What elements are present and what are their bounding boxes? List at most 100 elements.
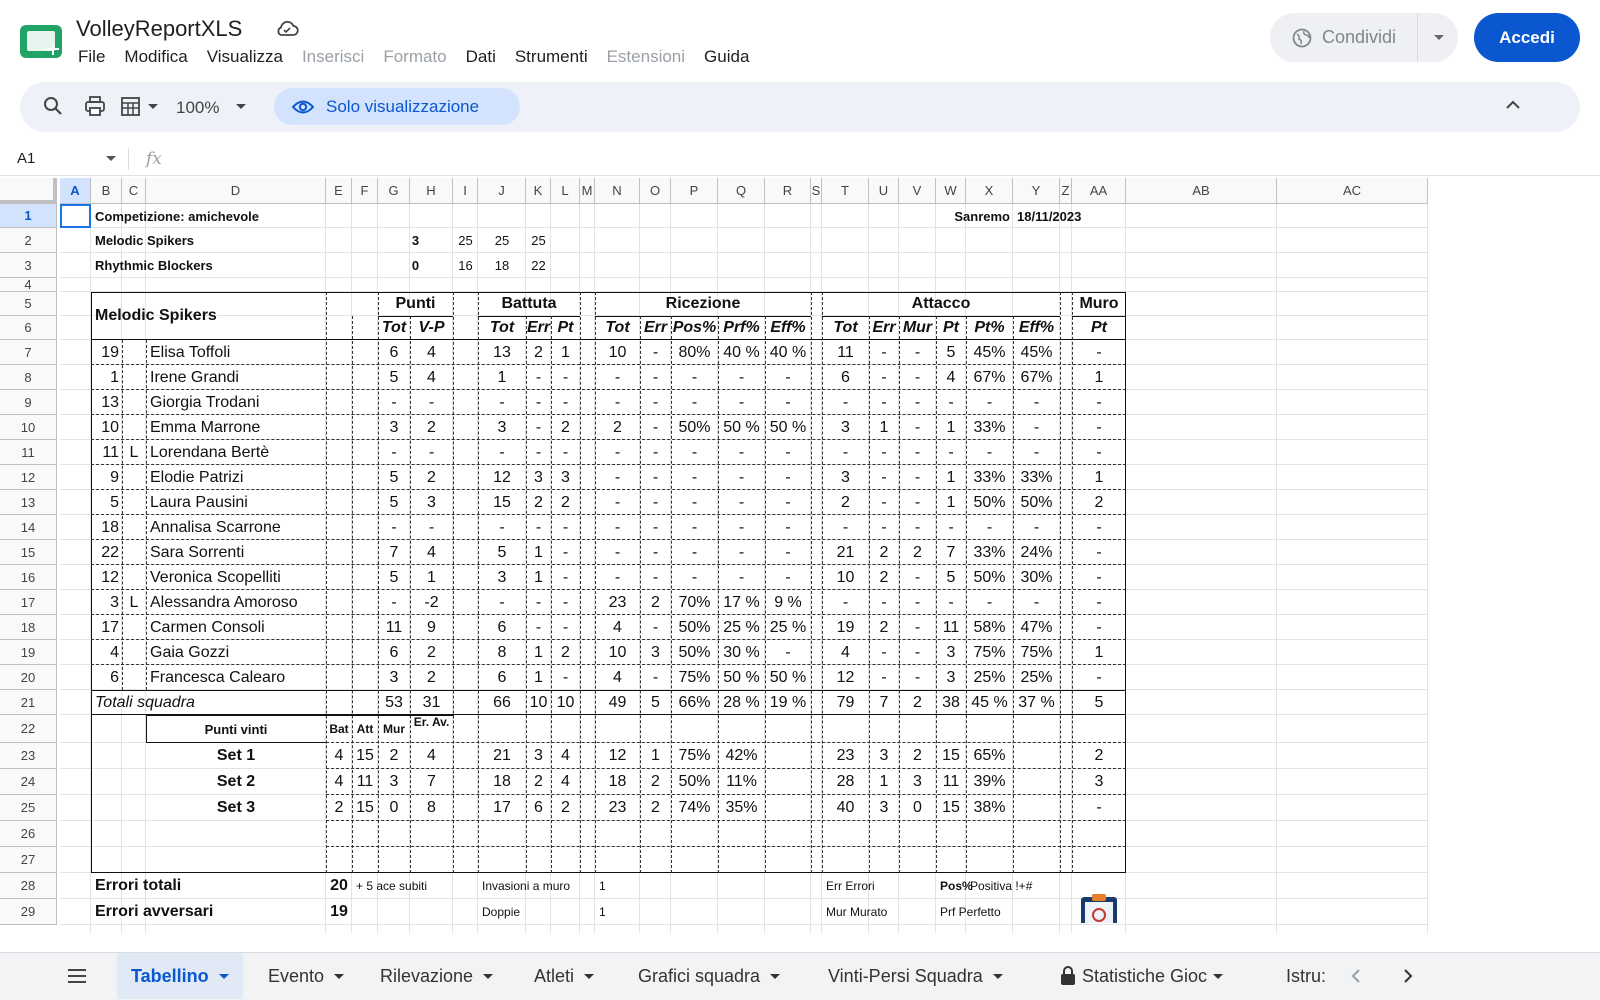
row-header-29[interactable]: 29 — [0, 899, 57, 925]
chevron-up-icon[interactable] — [1504, 98, 1522, 112]
chevron-down-icon[interactable] — [236, 104, 246, 109]
row-header-9[interactable]: 9 — [0, 390, 57, 415]
chevron-down-icon[interactable] — [1213, 973, 1224, 979]
column-header-s[interactable]: S — [811, 178, 822, 204]
column-header-i[interactable]: I — [453, 178, 478, 204]
row-header-5[interactable]: 5 — [0, 292, 57, 316]
row-header-12[interactable]: 12 — [0, 465, 57, 490]
row-header-2[interactable]: 2 — [0, 228, 57, 253]
row-header-6[interactable]: 6 — [0, 316, 57, 340]
row-header-19[interactable]: 19 — [0, 640, 57, 665]
column-header-k[interactable]: K — [526, 178, 551, 204]
column-header-n[interactable]: N — [595, 178, 640, 204]
column-header-p[interactable]: P — [671, 178, 718, 204]
chevron-left-icon[interactable] — [1348, 967, 1364, 985]
column-header-f[interactable]: F — [352, 178, 378, 204]
row-header-7[interactable]: 7 — [0, 340, 57, 365]
chevron-down-icon[interactable] — [334, 973, 345, 979]
sheet-tab-vinti-persi-squadra[interactable]: Vinti-Persi Squadra — [814, 953, 1017, 999]
row-header-20[interactable]: 20 — [0, 665, 57, 690]
row-header-4[interactable]: 4 — [0, 277, 57, 292]
column-header-b[interactable]: B — [91, 178, 122, 204]
chevron-down-icon[interactable] — [218, 973, 229, 979]
sheet-tab-statistiche-gioc[interactable]: Statistiche Gioc — [1046, 953, 1237, 999]
column-header-aa[interactable]: AA — [1072, 178, 1126, 204]
filter-views-icon[interactable] — [120, 95, 142, 117]
column-header-ac[interactable]: AC — [1277, 178, 1428, 204]
document-title[interactable]: VolleyReportXLS — [76, 16, 242, 42]
row-header-1[interactable]: 1 — [0, 204, 57, 228]
column-header-j[interactable]: J — [478, 178, 526, 204]
column-header-l[interactable]: L — [551, 178, 580, 204]
column-header-y[interactable]: Y — [1013, 178, 1060, 204]
column-header-e[interactable]: E — [326, 178, 352, 204]
name-box[interactable]: A1 — [17, 150, 35, 167]
row-header-28[interactable]: 28 — [0, 873, 57, 899]
menu-visualizza[interactable]: Visualizza — [207, 47, 283, 67]
chevron-down-icon[interactable] — [483, 973, 494, 979]
chevron-down-icon[interactable] — [770, 973, 781, 979]
menu-estensioni[interactable]: Estensioni — [607, 47, 685, 67]
menu-file[interactable]: File — [78, 47, 105, 67]
menu-formato[interactable]: Formato — [383, 47, 446, 67]
column-header-d[interactable]: D — [146, 178, 326, 204]
row-header-16[interactable]: 16 — [0, 565, 57, 590]
sheet-tab-rilevazione[interactable]: Rilevazione — [366, 953, 507, 999]
sheets-logo-icon[interactable] — [20, 25, 62, 58]
chevron-down-icon[interactable] — [148, 104, 158, 109]
row-header-3[interactable]: 3 — [0, 253, 57, 278]
sheet-tab-grafici-squadra[interactable]: Grafici squadra — [624, 953, 794, 999]
search-icon[interactable] — [42, 95, 64, 117]
column-header-o[interactable]: O — [640, 178, 671, 204]
print-icon[interactable] — [84, 95, 106, 117]
row-header-18[interactable]: 18 — [0, 615, 57, 640]
row-header-8[interactable]: 8 — [0, 365, 57, 390]
sheet-tab-istru-[interactable]: Istru: — [1272, 953, 1338, 999]
sheet-tab-atleti[interactable]: Atleti — [520, 953, 608, 999]
select-all-corner[interactable] — [0, 178, 57, 204]
column-header-x[interactable]: X — [966, 178, 1013, 204]
column-header-a[interactable]: A — [60, 178, 91, 204]
column-header-h[interactable]: H — [410, 178, 453, 204]
chevron-down-icon[interactable] — [584, 973, 595, 979]
column-header-w[interactable]: W — [936, 178, 966, 204]
row-header-13[interactable]: 13 — [0, 490, 57, 515]
row-header-17[interactable]: 17 — [0, 590, 57, 615]
spreadsheet-grid[interactable]: A B C D E F G H I J K L M N O P Q R S T U V W X Y Z AA AB AC 1 2 3 4 5 6 7 8… — [0, 178, 1600, 933]
sheet-tab-tabellino[interactable]: Tabellino — [117, 953, 243, 999]
row-header-15[interactable]: 15 — [0, 540, 57, 565]
column-header-q[interactable]: Q — [718, 178, 765, 204]
zoom-select[interactable]: 100% — [176, 98, 219, 118]
column-header-m[interactable]: M — [580, 178, 595, 204]
column-header-z[interactable]: Z — [1060, 178, 1072, 204]
view-only-button[interactable]: Solo visualizzazione — [274, 88, 520, 125]
menu-dati[interactable]: Dati — [466, 47, 496, 67]
column-header-g[interactable]: G — [378, 178, 410, 204]
column-header-v[interactable]: V — [899, 178, 936, 204]
row-header-24[interactable]: 24 — [0, 769, 57, 795]
row-header-26[interactable]: 26 — [0, 821, 57, 847]
row-header-23[interactable]: 23 — [0, 743, 57, 769]
row-header-27[interactable]: 27 — [0, 847, 57, 873]
menu-inserisci[interactable]: Inserisci — [302, 47, 364, 67]
column-header-t[interactable]: T — [822, 178, 869, 204]
all-sheets-menu-icon[interactable] — [66, 967, 88, 985]
column-header-c[interactable]: C — [122, 178, 146, 204]
share-button[interactable]: Condividi — [1270, 13, 1418, 62]
row-header-14[interactable]: 14 — [0, 515, 57, 540]
selected-cell[interactable] — [60, 204, 91, 228]
column-header-u[interactable]: U — [869, 178, 899, 204]
row-header-11[interactable]: 11 — [0, 440, 57, 465]
row-header-25[interactable]: 25 — [0, 795, 57, 821]
column-header-ab[interactable]: AB — [1126, 178, 1277, 204]
chevron-down-icon[interactable] — [992, 973, 1003, 979]
menu-guida[interactable]: Guida — [704, 47, 749, 67]
chevron-down-icon[interactable] — [106, 156, 116, 161]
share-dropdown-button[interactable] — [1420, 13, 1458, 62]
row-header-21[interactable]: 21 — [0, 690, 57, 715]
row-header-10[interactable]: 10 — [0, 415, 57, 440]
sheet-tab-evento[interactable]: Evento — [254, 953, 358, 999]
chevron-right-icon[interactable] — [1400, 967, 1416, 985]
login-button[interactable]: Accedi — [1474, 13, 1580, 62]
menu-modifica[interactable]: Modifica — [124, 47, 187, 67]
